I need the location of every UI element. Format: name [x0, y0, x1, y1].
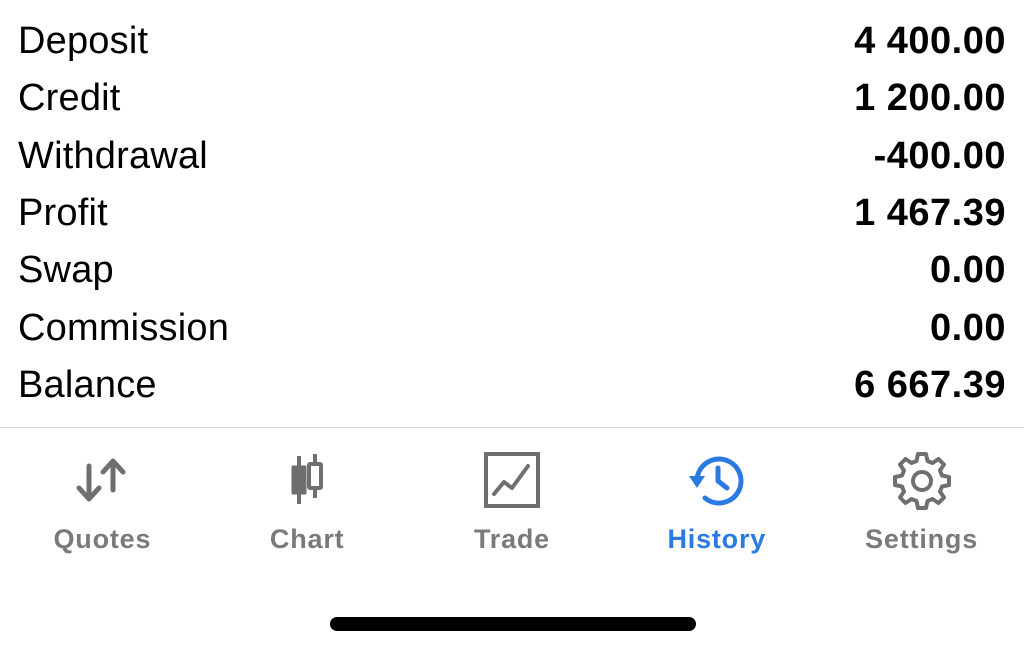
deposit-label: Deposit [18, 20, 149, 63]
profit-value: 1 467.39 [854, 192, 1006, 235]
trade-chart-icon [480, 448, 544, 512]
account-summary: Deposit 4 400.00 Credit 1 200.00 Withdra… [0, 13, 1024, 414]
tab-chart-label: Chart [269, 524, 345, 554]
tab-quotes[interactable]: Quotes [0, 428, 205, 568]
summary-row-balance: Balance 6 667.39 [0, 357, 1024, 414]
tab-trade[interactable]: Trade [410, 428, 615, 568]
history-screen: Deposit 4 400.00 Credit 1 200.00 Withdra… [0, 0, 1024, 652]
history-clock-icon [685, 448, 749, 512]
summary-row-credit: Credit 1 200.00 [0, 70, 1024, 127]
tab-chart[interactable]: Chart [205, 428, 410, 568]
deposit-value: 4 400.00 [854, 20, 1006, 63]
summary-row-swap: Swap 0.00 [0, 242, 1024, 299]
summary-row-deposit: Deposit 4 400.00 [0, 13, 1024, 70]
candlestick-icon [275, 448, 339, 512]
quotes-arrows-icon [70, 448, 134, 512]
withdrawal-label: Withdrawal [18, 134, 208, 177]
profit-label: Profit [18, 192, 108, 235]
commission-value: 0.00 [930, 306, 1006, 349]
swap-label: Swap [18, 249, 114, 292]
tab-trade-label: Trade [473, 524, 550, 554]
swap-value: 0.00 [930, 249, 1006, 292]
bottom-tab-bar: Quotes Chart Trade History Settings [0, 428, 1024, 568]
balance-label: Balance [18, 363, 157, 406]
credit-label: Credit [18, 77, 121, 120]
summary-row-withdrawal: Withdrawal -400.00 [0, 128, 1024, 185]
tab-settings[interactable]: Settings [819, 428, 1024, 568]
balance-value: 6 667.39 [854, 363, 1006, 406]
tab-history-label: History [667, 524, 767, 554]
tab-settings-label: Settings [865, 524, 979, 554]
summary-row-commission: Commission 0.00 [0, 299, 1024, 356]
home-indicator[interactable] [330, 617, 696, 631]
withdrawal-value: -400.00 [873, 134, 1006, 177]
credit-value: 1 200.00 [854, 77, 1006, 120]
tab-history[interactable]: History [614, 428, 819, 568]
gear-icon [890, 448, 954, 512]
summary-row-profit: Profit 1 467.39 [0, 185, 1024, 242]
commission-label: Commission [18, 306, 230, 349]
tab-quotes-label: Quotes [53, 524, 152, 554]
